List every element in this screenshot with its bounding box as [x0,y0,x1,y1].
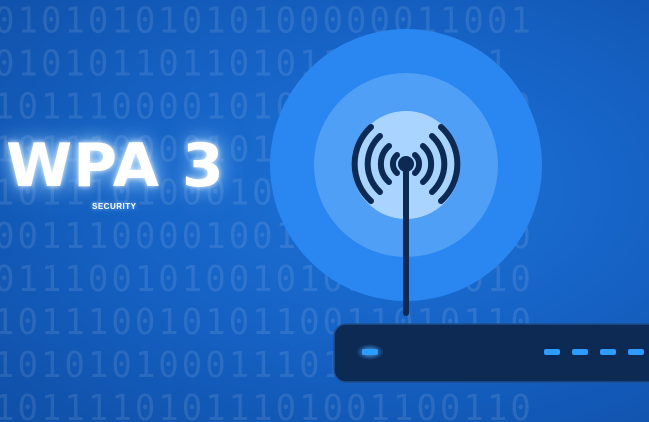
router-antenna [403,166,409,316]
page-title: WPA 3 [6,131,225,201]
router-led-2 [572,349,588,355]
router-led-1 [544,349,560,355]
router-icon [333,323,649,383]
wpa3-banner: 01010101010100000011001 0101011011010110… [0,0,649,422]
subtitle: SECURITY [92,202,137,211]
router-led-3 [600,349,616,355]
router-illustration [270,29,649,383]
router-led-4 [628,349,644,355]
router-led-power [362,349,378,355]
